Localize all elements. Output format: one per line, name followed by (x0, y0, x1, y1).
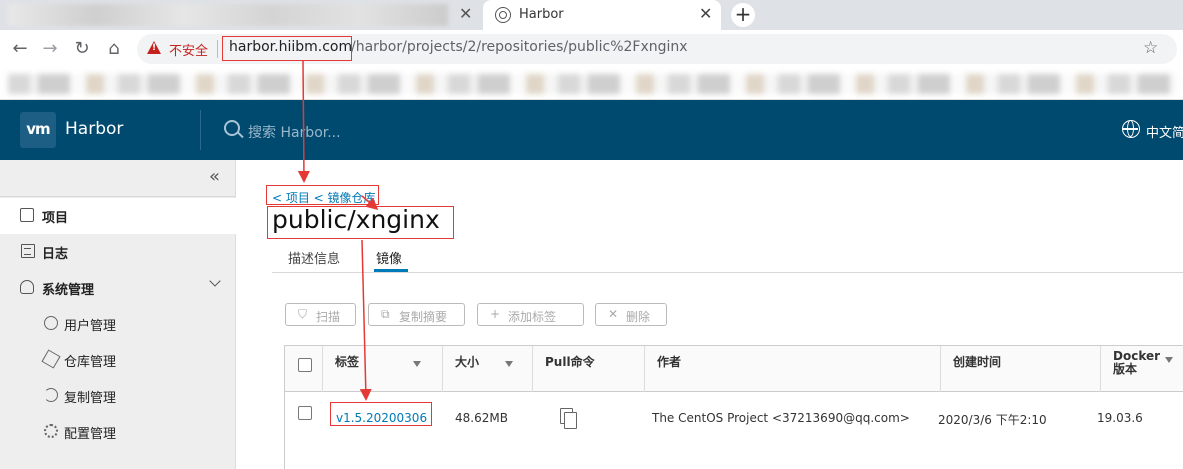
back-icon[interactable]: ← (10, 38, 30, 59)
sidebar-item-label: 用户管理 (64, 319, 117, 334)
row-checkbox[interactable] (298, 406, 312, 420)
copy-digest-button[interactable]: ⧉ 复制摘要 (368, 303, 465, 326)
column-docker-version[interactable]: Docker 版本 (1101, 346, 1183, 392)
annotation-box (267, 206, 454, 239)
app-brand[interactable]: Harbor (65, 119, 123, 139)
annotation-box (330, 402, 432, 426)
tab-images[interactable]: 镜像 (376, 248, 402, 267)
sidebar-item-label: 系统管理 (42, 283, 95, 298)
shield-icon: ⛉ (298, 307, 308, 321)
logs-icon (21, 244, 35, 258)
filter-icon[interactable] (505, 361, 513, 367)
column-label: 作者 (657, 355, 682, 369)
projects-icon (20, 208, 34, 222)
active-browser-tab[interactable]: Harbor ✕ (483, 0, 721, 30)
column-label: Pull命令 (545, 355, 595, 369)
new-tab-button[interactable]: + (731, 3, 755, 27)
column-tag[interactable]: 标签 (323, 346, 443, 392)
column-label: 标签 (335, 355, 360, 369)
bookmark-star-icon[interactable]: ☆ (1143, 38, 1158, 58)
language-selector[interactable]: 中文简体 (1146, 122, 1183, 141)
select-all-checkbox[interactable] (298, 358, 312, 372)
column-pull-command[interactable]: Pull命令 (533, 346, 645, 392)
button-label: 删除 (626, 310, 651, 324)
sidebar-item-registries[interactable]: 仓库管理 (0, 342, 236, 378)
plus-icon: + (490, 307, 501, 321)
bookmarks-bar (0, 68, 1183, 100)
vmware-logo: vm (20, 112, 56, 148)
sidebar-item-admin[interactable]: 系统管理 (0, 270, 236, 306)
sidebar-item-logs[interactable]: 日志 (0, 234, 236, 270)
browser-toolbar: ← → ↻ ⌂ 不安全 harbor.hiibm.com /harbor/pro… (0, 30, 1183, 68)
sidebar-item-label: 仓库管理 (64, 355, 117, 370)
sidebar-item-configuration[interactable]: 配置管理 (0, 414, 236, 450)
filter-icon[interactable] (1165, 357, 1173, 363)
sidebar-item-projects[interactable]: 项目 (0, 198, 236, 234)
tab-info[interactable]: 描述信息 (288, 248, 340, 267)
annotation-box (222, 36, 352, 61)
sidebar-item-replication[interactable]: 复制管理 (0, 378, 236, 414)
annotation-box (266, 185, 379, 205)
home-icon[interactable]: ⌂ (104, 38, 124, 59)
created-cell: 2020/3/6 下午2:10 (938, 413, 1047, 427)
delete-button[interactable]: ✕ 删除 (595, 303, 667, 326)
url-path[interactable]: /harbor/projects/2/repositories/public%2… (351, 39, 688, 55)
header-divider (200, 110, 201, 150)
copy-pull-command-icon[interactable] (560, 408, 577, 429)
scan-button[interactable]: ⛉ 扫描 (285, 303, 356, 326)
docker-version-cell: 19.03.6 (1097, 411, 1143, 425)
filter-icon[interactable] (413, 361, 421, 367)
users-icon (44, 316, 58, 330)
reload-icon[interactable]: ↻ (72, 38, 92, 59)
blurred-bookmarks[interactable] (8, 74, 1178, 94)
replication-icon (44, 388, 58, 402)
button-label: 扫描 (316, 310, 341, 324)
column-label: 创建时间 (953, 355, 1002, 369)
button-label: 添加标签 (508, 310, 557, 324)
tabs-divider (272, 272, 1183, 273)
configuration-icon (44, 424, 58, 438)
size-cell: 48.62MB (455, 411, 508, 425)
close-icon: ✕ (608, 307, 619, 321)
tab-title: Harbor (519, 7, 564, 22)
registries-icon (41, 349, 61, 369)
app-header: vm Harbor 搜索 Harbor... 中文简体 (0, 100, 1183, 160)
insecure-label[interactable]: 不安全 (169, 40, 208, 59)
blurred-tab[interactable] (8, 4, 448, 26)
button-label: 复制摘要 (399, 310, 448, 324)
warning-icon[interactable] (147, 41, 161, 54)
table-header: 标签 大小 Pull命令 作者 创建时间 Docker 版本 (285, 346, 1183, 392)
author-cell: The CentOS Project <37213690@qq.com> (652, 411, 910, 425)
sidebar-item-label: 日志 (42, 247, 69, 262)
add-label-button[interactable]: + 添加标签 (477, 303, 584, 326)
select-all-cell (285, 346, 323, 392)
sidebar-divider (0, 196, 236, 197)
url-divider (217, 40, 218, 58)
globe-icon[interactable] (1122, 120, 1140, 138)
column-label: 版本 (1113, 362, 1138, 376)
copy-icon: ⧉ (381, 307, 390, 321)
global-search-input[interactable]: 搜索 Harbor... (248, 122, 341, 142)
column-created[interactable]: 创建时间 (941, 346, 1101, 392)
sidebar-item-users[interactable]: 用户管理 (0, 306, 236, 342)
sidebar: « 项目 日志 系统管理 用户管理 仓库管理 复制管理 配置管理 (0, 160, 236, 469)
admin-icon (20, 280, 34, 294)
tab-close-icon[interactable]: ✕ (699, 4, 712, 23)
forward-icon[interactable]: → (40, 38, 60, 59)
column-author[interactable]: 作者 (645, 346, 941, 392)
sidebar-item-label: 配置管理 (64, 427, 117, 442)
column-label: 大小 (455, 355, 480, 369)
collapse-sidebar-icon[interactable]: « (209, 166, 220, 187)
harbor-favicon-icon (495, 7, 511, 23)
sidebar-item-label: 复制管理 (64, 391, 117, 406)
sidebar-item-label: 项目 (42, 211, 69, 226)
column-size[interactable]: 大小 (443, 346, 533, 392)
search-icon (224, 120, 240, 136)
browser-tab-strip: ✕ Harbor ✕ + (0, 0, 1183, 30)
main-content: < 项目 < 镜像仓库 public/xnginx 描述信息 镜像 ⛉ 扫描 ⧉… (237, 160, 1183, 469)
tab-close-icon[interactable]: ✕ (459, 4, 472, 23)
images-table: 标签 大小 Pull命令 作者 创建时间 Docker 版本 v1.5.2020… (284, 345, 1183, 469)
